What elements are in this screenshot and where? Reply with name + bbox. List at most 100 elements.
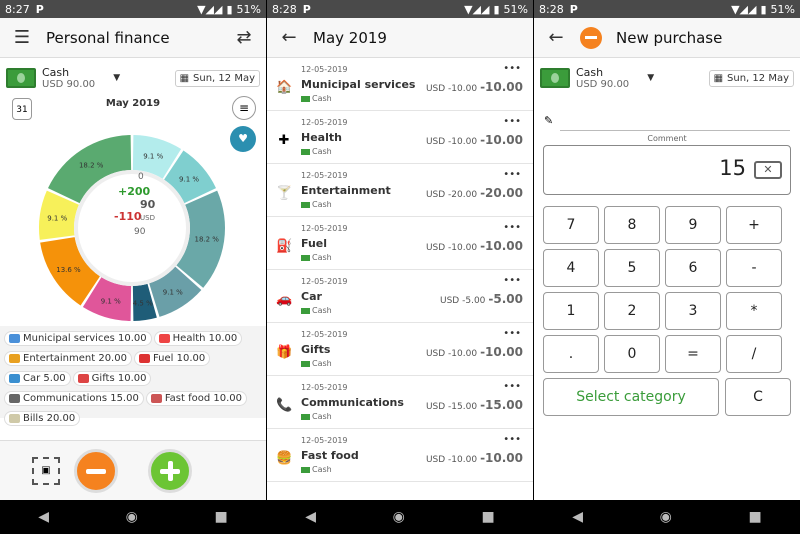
- chevron-down-icon[interactable]: ▼: [647, 73, 654, 83]
- account-selector[interactable]: Cash USD 90.00 ▼ ▦ Sun, 12 May: [534, 58, 800, 94]
- category-chip[interactable]: Gifts 10.00: [72, 371, 152, 386]
- key-9[interactable]: 9: [665, 206, 721, 244]
- more-options-icon[interactable]: •••: [503, 275, 521, 286]
- backspace-icon[interactable]: ✕: [754, 161, 782, 179]
- back-nav-icon[interactable]: ◀: [305, 509, 316, 525]
- more-options-icon[interactable]: •••: [503, 381, 521, 392]
- transaction-row[interactable]: 🍸 12-05-2019 ••• Entertainment Cash USD -20.0…: [267, 164, 533, 217]
- key-1[interactable]: 1: [543, 292, 599, 330]
- transaction-row[interactable]: 🚗 12-05-2019 ••• Car Cash USD -5.00 -5.00: [267, 270, 533, 323]
- chip-label: Communications 15.00: [23, 393, 139, 404]
- clear-button[interactable]: C: [725, 378, 791, 416]
- more-options-icon[interactable]: •••: [503, 63, 521, 74]
- key-minus[interactable]: -: [726, 249, 782, 287]
- category-icon: 📞: [276, 398, 293, 413]
- transaction-row[interactable]: 🍔 12-05-2019 ••• Fast food Cash USD -10.00 -10…: [267, 429, 533, 482]
- battery-level: 51%: [503, 2, 528, 16]
- category-chip[interactable]: Entertainment 20.00: [4, 351, 132, 366]
- key-0[interactable]: 0: [604, 335, 660, 373]
- category-icon: [150, 394, 162, 403]
- date-picker[interactable]: ▦ Sun, 12 May: [174, 69, 260, 87]
- category-chip[interactable]: Bills 20.00: [4, 411, 81, 426]
- back-nav-icon[interactable]: ◀: [572, 509, 583, 525]
- cash-icon: [301, 201, 310, 208]
- battery-level: 51%: [770, 2, 795, 16]
- account-label: Cash: [312, 253, 332, 262]
- add-income-button[interactable]: [148, 449, 192, 493]
- key-divide[interactable]: /: [726, 335, 782, 373]
- back-nav-icon[interactable]: ◀: [38, 509, 49, 525]
- transaction-row[interactable]: ✚ 12-05-2019 ••• Health Cash USD -10.00 -10.00: [267, 111, 533, 164]
- qr-scan-icon[interactable]: ▣: [32, 457, 60, 485]
- transaction-account: Cash: [301, 200, 332, 209]
- key-8[interactable]: 8: [604, 206, 660, 244]
- key-2[interactable]: 2: [604, 292, 660, 330]
- currency-label: USD: [140, 214, 155, 222]
- category-chip[interactable]: Fast food 10.00: [145, 391, 248, 406]
- category-chip[interactable]: Car 5.00: [4, 371, 71, 386]
- account-balance: USD 90.00: [42, 79, 96, 90]
- category-icon: [9, 374, 20, 383]
- amount-value: -20.00: [448, 190, 478, 200]
- transaction-row[interactable]: 🎁 12-05-2019 ••• Gifts Cash USD -10.00 -10.00: [267, 323, 533, 376]
- status-p: P: [35, 2, 44, 16]
- planned-total: 90: [134, 227, 146, 237]
- more-options-icon[interactable]: •••: [503, 169, 521, 180]
- amount-value: -10.00: [448, 84, 478, 94]
- category-chip[interactable]: Fuel 10.00: [133, 351, 211, 366]
- expense-total: -110: [114, 210, 142, 223]
- account-label: Cash: [312, 200, 332, 209]
- chevron-down-icon[interactable]: ▼: [113, 73, 120, 83]
- key-equals[interactable]: =: [665, 335, 721, 373]
- key-7[interactable]: 7: [543, 206, 599, 244]
- recents-nav-icon[interactable]: ■: [748, 509, 761, 525]
- key-multiply[interactable]: *: [726, 292, 782, 330]
- category-icon: [9, 354, 20, 363]
- menu-icon[interactable]: ☰: [12, 27, 32, 48]
- category-chip[interactable]: Municipal services 10.00: [4, 331, 152, 346]
- transaction-date: 12-05-2019: [301, 65, 348, 74]
- key-5[interactable]: 5: [604, 249, 660, 287]
- home-nav-icon[interactable]: ◉: [660, 509, 672, 525]
- home-nav-icon[interactable]: ◉: [393, 509, 405, 525]
- add-expense-button[interactable]: [74, 449, 118, 493]
- currency-label: USD: [425, 349, 446, 359]
- more-options-icon[interactable]: •••: [503, 328, 521, 339]
- category-icon: 🍔: [276, 451, 293, 466]
- account-selector[interactable]: Cash USD 90.00 ▼ ▦ Sun, 12 May: [0, 58, 266, 94]
- more-options-icon[interactable]: •••: [503, 434, 521, 445]
- slice-percent-label: 9.1 %: [143, 153, 163, 161]
- key-4[interactable]: 4: [543, 249, 599, 287]
- category-chip[interactable]: Communications 15.00: [4, 391, 144, 406]
- signal-icon: ▼◢◢: [197, 2, 223, 16]
- income-total: +200: [118, 185, 151, 198]
- status-time: 8:28: [539, 2, 564, 16]
- calendar-icon: ▦: [179, 72, 190, 84]
- date-picker[interactable]: ▦ Sun, 12 May: [708, 69, 794, 87]
- recents-nav-icon[interactable]: ■: [481, 509, 494, 525]
- back-arrow-icon[interactable]: ←: [279, 27, 299, 48]
- transaction-category: Municipal services: [301, 78, 416, 91]
- key-6[interactable]: 6: [665, 249, 721, 287]
- recents-nav-icon[interactable]: ■: [214, 509, 227, 525]
- amount-value: 15: [719, 156, 746, 180]
- transaction-row[interactable]: 📞 12-05-2019 ••• Communications Cash USD -15.…: [267, 376, 533, 429]
- cash-icon: [301, 307, 310, 314]
- key-decimal[interactable]: .: [543, 335, 599, 373]
- key-3[interactable]: 3: [665, 292, 721, 330]
- category-chip[interactable]: Health 10.00: [153, 331, 243, 346]
- key-plus[interactable]: +: [726, 206, 782, 244]
- comment-field[interactable]: [560, 130, 790, 131]
- amount-value: -10.00: [448, 137, 478, 147]
- swap-icon[interactable]: ⇄: [234, 27, 254, 48]
- transaction-row[interactable]: 🏠 12-05-2019 ••• Municipal services Cash USD …: [267, 58, 533, 111]
- more-options-icon[interactable]: •••: [503, 116, 521, 127]
- transaction-row[interactable]: ⛽ 12-05-2019 ••• Fuel Cash USD -10.00 -10.00: [267, 217, 533, 270]
- more-options-icon[interactable]: •••: [503, 222, 521, 233]
- home-nav-icon[interactable]: ◉: [126, 509, 138, 525]
- amount-display[interactable]: 15 ✕: [543, 145, 791, 195]
- select-category-button[interactable]: Select category: [543, 378, 719, 416]
- category-icon: ⛽: [276, 239, 293, 254]
- back-arrow-icon[interactable]: ←: [546, 27, 566, 48]
- chip-label: Gifts 10.00: [91, 373, 147, 384]
